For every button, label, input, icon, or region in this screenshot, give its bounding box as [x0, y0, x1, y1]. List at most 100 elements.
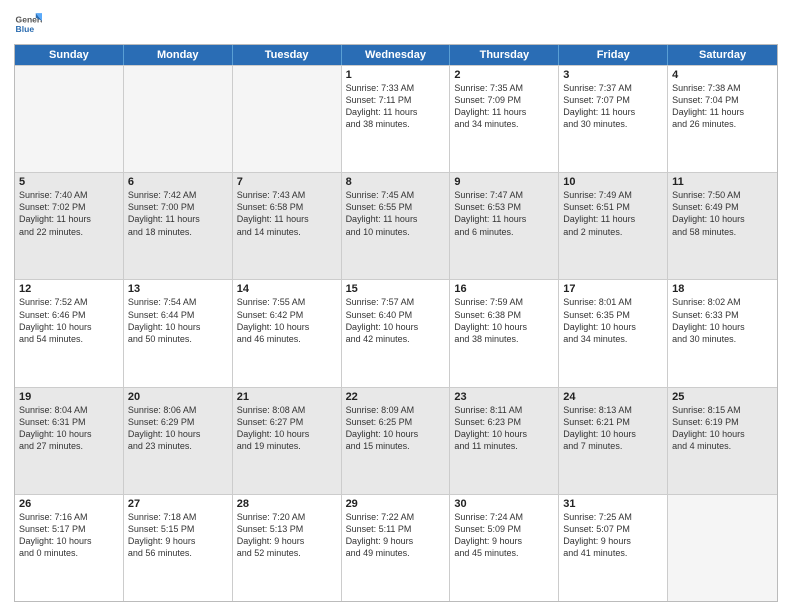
cell-info: Sunrise: 7:50 AM Sunset: 6:49 PM Dayligh…	[672, 189, 773, 238]
week-row-1: 5Sunrise: 7:40 AM Sunset: 7:02 PM Daylig…	[15, 172, 777, 279]
logo-icon: General Blue	[14, 10, 42, 38]
day-number: 17	[563, 283, 663, 295]
cell-info: Sunrise: 7:35 AM Sunset: 7:09 PM Dayligh…	[454, 82, 554, 131]
cell-info: Sunrise: 7:47 AM Sunset: 6:53 PM Dayligh…	[454, 189, 554, 238]
cal-cell: 6Sunrise: 7:42 AM Sunset: 7:00 PM Daylig…	[124, 173, 233, 279]
cal-cell: 20Sunrise: 8:06 AM Sunset: 6:29 PM Dayli…	[124, 388, 233, 494]
cal-cell	[668, 495, 777, 601]
day-number: 22	[346, 391, 446, 403]
day-number: 15	[346, 283, 446, 295]
cal-cell: 27Sunrise: 7:18 AM Sunset: 5:15 PM Dayli…	[124, 495, 233, 601]
cell-info: Sunrise: 7:37 AM Sunset: 7:07 PM Dayligh…	[563, 82, 663, 131]
page: General Blue SundayMondayTuesdayWednesda…	[0, 0, 792, 612]
cal-cell: 12Sunrise: 7:52 AM Sunset: 6:46 PM Dayli…	[15, 280, 124, 386]
cal-cell: 9Sunrise: 7:47 AM Sunset: 6:53 PM Daylig…	[450, 173, 559, 279]
day-number: 9	[454, 176, 554, 188]
day-number: 26	[19, 498, 119, 510]
day-number: 27	[128, 498, 228, 510]
calendar: SundayMondayTuesdayWednesdayThursdayFrid…	[14, 44, 778, 602]
cell-info: Sunrise: 7:18 AM Sunset: 5:15 PM Dayligh…	[128, 511, 228, 560]
cal-cell: 8Sunrise: 7:45 AM Sunset: 6:55 PM Daylig…	[342, 173, 451, 279]
day-number: 30	[454, 498, 554, 510]
day-number: 31	[563, 498, 663, 510]
cell-info: Sunrise: 8:09 AM Sunset: 6:25 PM Dayligh…	[346, 404, 446, 453]
day-number: 21	[237, 391, 337, 403]
day-number: 10	[563, 176, 663, 188]
day-number: 24	[563, 391, 663, 403]
cal-cell: 2Sunrise: 7:35 AM Sunset: 7:09 PM Daylig…	[450, 66, 559, 172]
header-day-saturday: Saturday	[668, 45, 777, 65]
cal-cell: 31Sunrise: 7:25 AM Sunset: 5:07 PM Dayli…	[559, 495, 668, 601]
cell-info: Sunrise: 7:24 AM Sunset: 5:09 PM Dayligh…	[454, 511, 554, 560]
cell-info: Sunrise: 7:25 AM Sunset: 5:07 PM Dayligh…	[563, 511, 663, 560]
cell-info: Sunrise: 7:33 AM Sunset: 7:11 PM Dayligh…	[346, 82, 446, 131]
cal-cell: 14Sunrise: 7:55 AM Sunset: 6:42 PM Dayli…	[233, 280, 342, 386]
week-row-4: 26Sunrise: 7:16 AM Sunset: 5:17 PM Dayli…	[15, 494, 777, 601]
cell-info: Sunrise: 7:42 AM Sunset: 7:00 PM Dayligh…	[128, 189, 228, 238]
cell-info: Sunrise: 8:04 AM Sunset: 6:31 PM Dayligh…	[19, 404, 119, 453]
header-day-wednesday: Wednesday	[342, 45, 451, 65]
cal-cell: 15Sunrise: 7:57 AM Sunset: 6:40 PM Dayli…	[342, 280, 451, 386]
day-number: 11	[672, 176, 773, 188]
header-day-monday: Monday	[124, 45, 233, 65]
cal-cell: 13Sunrise: 7:54 AM Sunset: 6:44 PM Dayli…	[124, 280, 233, 386]
cal-cell: 29Sunrise: 7:22 AM Sunset: 5:11 PM Dayli…	[342, 495, 451, 601]
cell-info: Sunrise: 7:40 AM Sunset: 7:02 PM Dayligh…	[19, 189, 119, 238]
cal-cell: 3Sunrise: 7:37 AM Sunset: 7:07 PM Daylig…	[559, 66, 668, 172]
logo: General Blue	[14, 10, 42, 38]
header-day-sunday: Sunday	[15, 45, 124, 65]
cal-cell: 10Sunrise: 7:49 AM Sunset: 6:51 PM Dayli…	[559, 173, 668, 279]
cal-cell: 26Sunrise: 7:16 AM Sunset: 5:17 PM Dayli…	[15, 495, 124, 601]
header-day-tuesday: Tuesday	[233, 45, 342, 65]
day-number: 29	[346, 498, 446, 510]
cell-info: Sunrise: 8:08 AM Sunset: 6:27 PM Dayligh…	[237, 404, 337, 453]
cal-cell	[124, 66, 233, 172]
day-number: 19	[19, 391, 119, 403]
cal-cell: 16Sunrise: 7:59 AM Sunset: 6:38 PM Dayli…	[450, 280, 559, 386]
cal-cell: 19Sunrise: 8:04 AM Sunset: 6:31 PM Dayli…	[15, 388, 124, 494]
cell-info: Sunrise: 7:43 AM Sunset: 6:58 PM Dayligh…	[237, 189, 337, 238]
cell-info: Sunrise: 8:15 AM Sunset: 6:19 PM Dayligh…	[672, 404, 773, 453]
day-number: 20	[128, 391, 228, 403]
cell-info: Sunrise: 7:52 AM Sunset: 6:46 PM Dayligh…	[19, 296, 119, 345]
svg-text:Blue: Blue	[16, 24, 35, 34]
cal-cell: 7Sunrise: 7:43 AM Sunset: 6:58 PM Daylig…	[233, 173, 342, 279]
cell-info: Sunrise: 7:16 AM Sunset: 5:17 PM Dayligh…	[19, 511, 119, 560]
cell-info: Sunrise: 7:59 AM Sunset: 6:38 PM Dayligh…	[454, 296, 554, 345]
cal-cell: 25Sunrise: 8:15 AM Sunset: 6:19 PM Dayli…	[668, 388, 777, 494]
calendar-body: 1Sunrise: 7:33 AM Sunset: 7:11 PM Daylig…	[15, 65, 777, 601]
day-number: 25	[672, 391, 773, 403]
day-number: 16	[454, 283, 554, 295]
cal-cell: 18Sunrise: 8:02 AM Sunset: 6:33 PM Dayli…	[668, 280, 777, 386]
day-number: 13	[128, 283, 228, 295]
cell-info: Sunrise: 8:11 AM Sunset: 6:23 PM Dayligh…	[454, 404, 554, 453]
cal-cell: 11Sunrise: 7:50 AM Sunset: 6:49 PM Dayli…	[668, 173, 777, 279]
day-number: 8	[346, 176, 446, 188]
cell-info: Sunrise: 8:01 AM Sunset: 6:35 PM Dayligh…	[563, 296, 663, 345]
cell-info: Sunrise: 7:20 AM Sunset: 5:13 PM Dayligh…	[237, 511, 337, 560]
week-row-3: 19Sunrise: 8:04 AM Sunset: 6:31 PM Dayli…	[15, 387, 777, 494]
day-number: 18	[672, 283, 773, 295]
day-number: 23	[454, 391, 554, 403]
cell-info: Sunrise: 7:22 AM Sunset: 5:11 PM Dayligh…	[346, 511, 446, 560]
day-number: 6	[128, 176, 228, 188]
day-number: 28	[237, 498, 337, 510]
day-number: 2	[454, 69, 554, 81]
cal-cell: 17Sunrise: 8:01 AM Sunset: 6:35 PM Dayli…	[559, 280, 668, 386]
header: General Blue	[14, 10, 778, 38]
day-number: 5	[19, 176, 119, 188]
day-number: 1	[346, 69, 446, 81]
cal-cell: 30Sunrise: 7:24 AM Sunset: 5:09 PM Dayli…	[450, 495, 559, 601]
cal-cell: 22Sunrise: 8:09 AM Sunset: 6:25 PM Dayli…	[342, 388, 451, 494]
day-number: 3	[563, 69, 663, 81]
cal-cell: 21Sunrise: 8:08 AM Sunset: 6:27 PM Dayli…	[233, 388, 342, 494]
cal-cell	[233, 66, 342, 172]
cell-info: Sunrise: 7:55 AM Sunset: 6:42 PM Dayligh…	[237, 296, 337, 345]
header-day-friday: Friday	[559, 45, 668, 65]
cal-cell: 4Sunrise: 7:38 AM Sunset: 7:04 PM Daylig…	[668, 66, 777, 172]
header-day-thursday: Thursday	[450, 45, 559, 65]
day-number: 7	[237, 176, 337, 188]
day-number: 4	[672, 69, 773, 81]
calendar-header: SundayMondayTuesdayWednesdayThursdayFrid…	[15, 45, 777, 65]
cell-info: Sunrise: 8:13 AM Sunset: 6:21 PM Dayligh…	[563, 404, 663, 453]
